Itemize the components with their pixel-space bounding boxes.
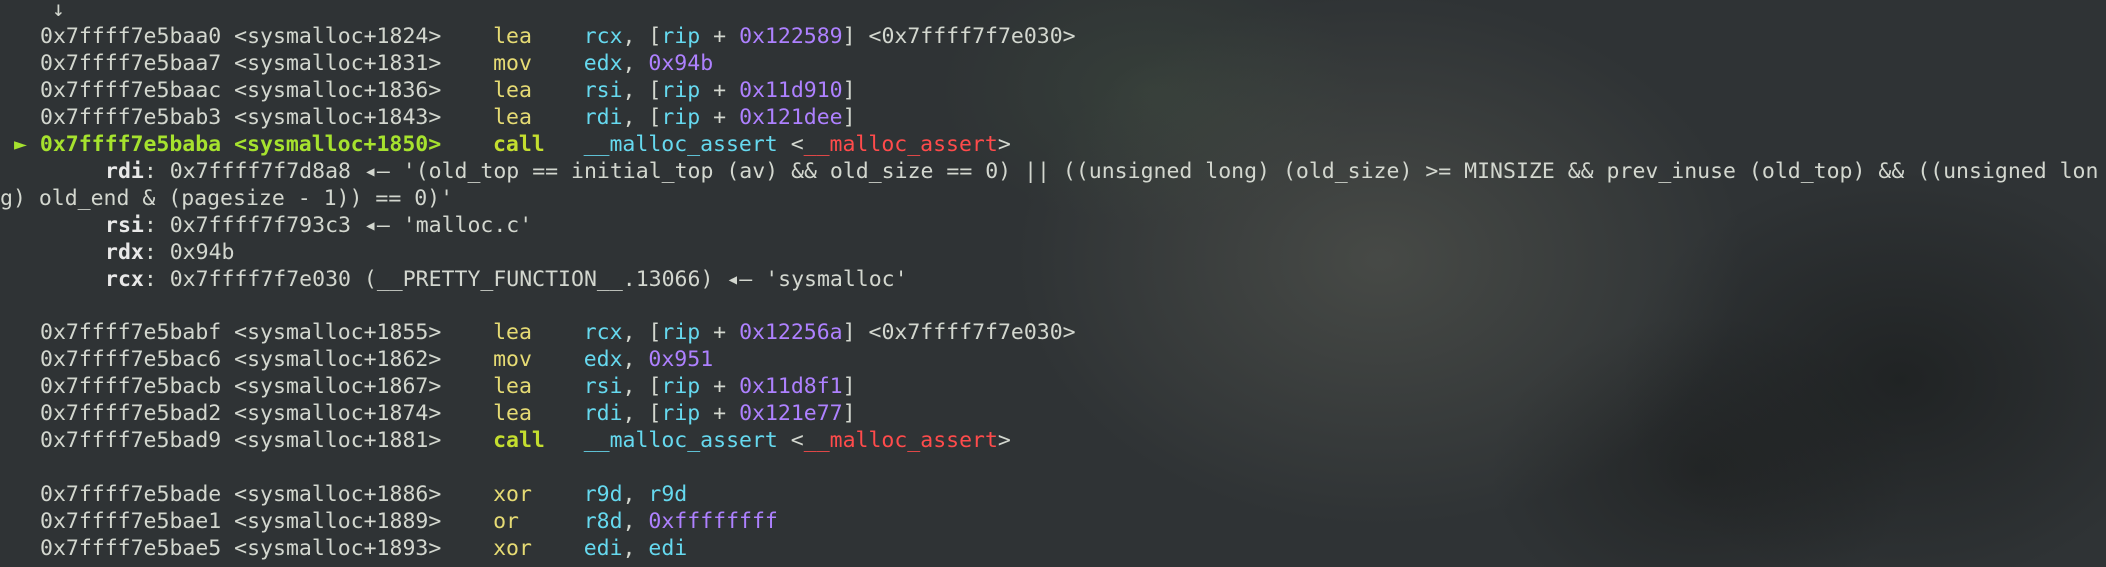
current-pc-marker-icon: ► xyxy=(14,132,27,157)
branch-down-arrow-icon: ↓ xyxy=(52,0,65,22)
arg-rdi-line: rdi: 0x7ffff7f7d8a8 ◂— '(old_top == init… xyxy=(105,159,2099,184)
arg-rdi-line-wrap: g) old_end & (pagesize - 1)) == 0)' xyxy=(0,186,454,211)
asm-line[interactable]: 0x7ffff7e5bae1 <sysmalloc+1889> or r8d, … xyxy=(40,508,778,535)
arg-rdx-line: rdx: 0x94b xyxy=(105,240,235,265)
asm-line[interactable]: 0x7ffff7e5bade <sysmalloc+1886> xor r9d,… xyxy=(40,481,687,508)
asm-line[interactable]: 0x7ffff7e5bae5 <sysmalloc+1893> xor edi,… xyxy=(40,535,687,562)
current-instruction-line[interactable]: ► 0x7ffff7e5baba <sysmalloc+1850> call _… xyxy=(14,131,1011,158)
asm-line[interactable]: 0x7ffff7e5baac <sysmalloc+1836> lea rsi,… xyxy=(40,77,856,104)
gdb-disassembly-terminal[interactable]: ↓ 0x7ffff7e5baa0 <sysmalloc+1824> lea rc… xyxy=(0,0,2106,567)
arg-rcx-line: rcx: 0x7ffff7f7e030 (__PRETTY_FUNCTION__… xyxy=(105,267,908,292)
asm-line[interactable]: 0x7ffff7e5bad2 <sysmalloc+1874> lea rdi,… xyxy=(40,400,856,427)
asm-call-line[interactable]: 0x7ffff7e5bad9 <sysmalloc+1881> call __m… xyxy=(40,427,1011,454)
arg-rsi-line: rsi: 0x7ffff7f793c3 ◂— 'malloc.c' xyxy=(105,213,533,238)
asm-line[interactable]: 0x7ffff7e5baa0 <sysmalloc+1824> lea rcx,… xyxy=(40,23,1076,50)
asm-line[interactable]: 0x7ffff7e5bacb <sysmalloc+1867> lea rsi,… xyxy=(40,373,856,400)
asm-line[interactable]: 0x7ffff7e5babf <sysmalloc+1855> lea rcx,… xyxy=(40,319,1076,346)
asm-line[interactable]: 0x7ffff7e5bac6 <sysmalloc+1862> mov edx,… xyxy=(40,346,713,373)
asm-line[interactable]: 0x7ffff7e5baa7 <sysmalloc+1831> mov edx,… xyxy=(40,50,713,77)
asm-line[interactable]: 0x7ffff7e5bab3 <sysmalloc+1843> lea rdi,… xyxy=(40,104,856,131)
